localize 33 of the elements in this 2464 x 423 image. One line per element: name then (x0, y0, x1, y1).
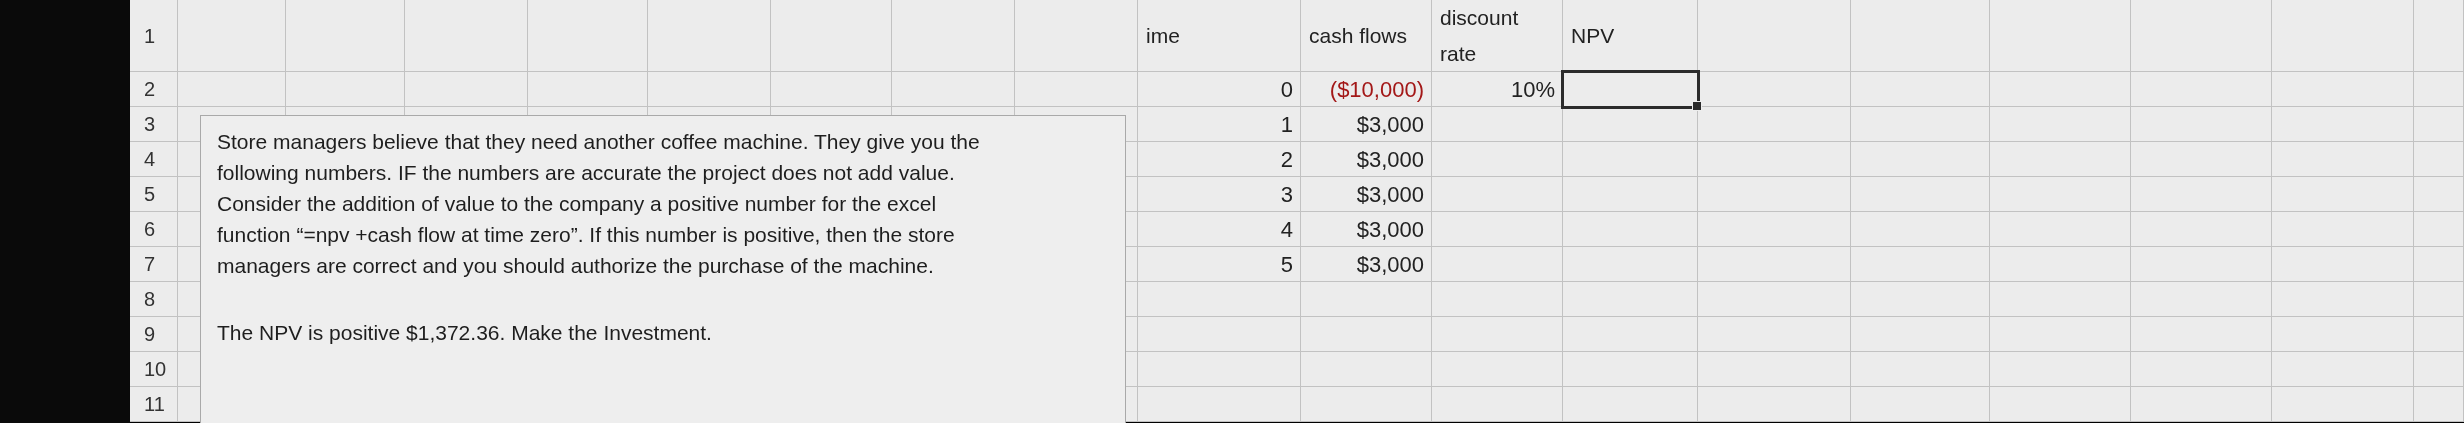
cash-flow-cell-text: $3,000 (1356, 181, 1425, 208)
row-number[interactable]: 5 (130, 183, 156, 206)
row-number[interactable]: 7 (130, 253, 156, 276)
time-cell-text: 1 (1280, 111, 1294, 138)
cash-flow-cell-text: $3,000 (1356, 146, 1425, 173)
column-header-text: cash flows (1308, 23, 1409, 49)
time-cell-text: 5 (1280, 251, 1294, 278)
row-number[interactable]: 11 (130, 393, 165, 416)
discount-rate-cell-text: 10% (1510, 76, 1556, 103)
row-number[interactable]: 9 (130, 323, 156, 346)
text-box-paragraph: The NPV is positive $1,372.36. Make the Investment. (217, 320, 713, 346)
row-number[interactable]: 8 (130, 288, 156, 311)
time-cell-text: 4 (1280, 216, 1294, 243)
cash-flow-cell-text: $3,000 (1356, 251, 1425, 278)
row-number[interactable]: 2 (130, 78, 156, 101)
cash-flow-cell-text: $3,000 (1356, 216, 1425, 243)
row-number[interactable]: 6 (130, 218, 156, 241)
text-box[interactable] (200, 115, 1126, 423)
cash-flow-cell-text: ($10,000) (1329, 76, 1425, 103)
cash-flow-cell-text: $3,000 (1356, 111, 1425, 138)
time-cell-text: 3 (1280, 181, 1294, 208)
column-header-text: NPV (1570, 23, 1616, 49)
time-cell-text: 0 (1280, 76, 1294, 103)
text-box-paragraph: Store managers believe that they need another coffee machine. They give you the following numbers. IF the numbers are accurate the project does not add value. Consider the addition of value to the company a positive number for the excel function “=npv +cash flow at time zero”. If this number is positive, then the store managers are correct and you should authorize the purchase of the machine. (217, 129, 981, 279)
column-header-text: discount rate (1439, 5, 1520, 67)
fill-handle[interactable] (1692, 101, 1702, 111)
selected-cell[interactable] (1561, 70, 1700, 109)
row-number[interactable]: 4 (130, 148, 156, 171)
column-header-text: ime (1145, 23, 1181, 49)
row-number[interactable]: 3 (130, 113, 156, 136)
time-cell-text: 2 (1280, 146, 1294, 173)
row-number[interactable]: 1 (130, 24, 156, 48)
row-number[interactable]: 10 (130, 358, 167, 381)
